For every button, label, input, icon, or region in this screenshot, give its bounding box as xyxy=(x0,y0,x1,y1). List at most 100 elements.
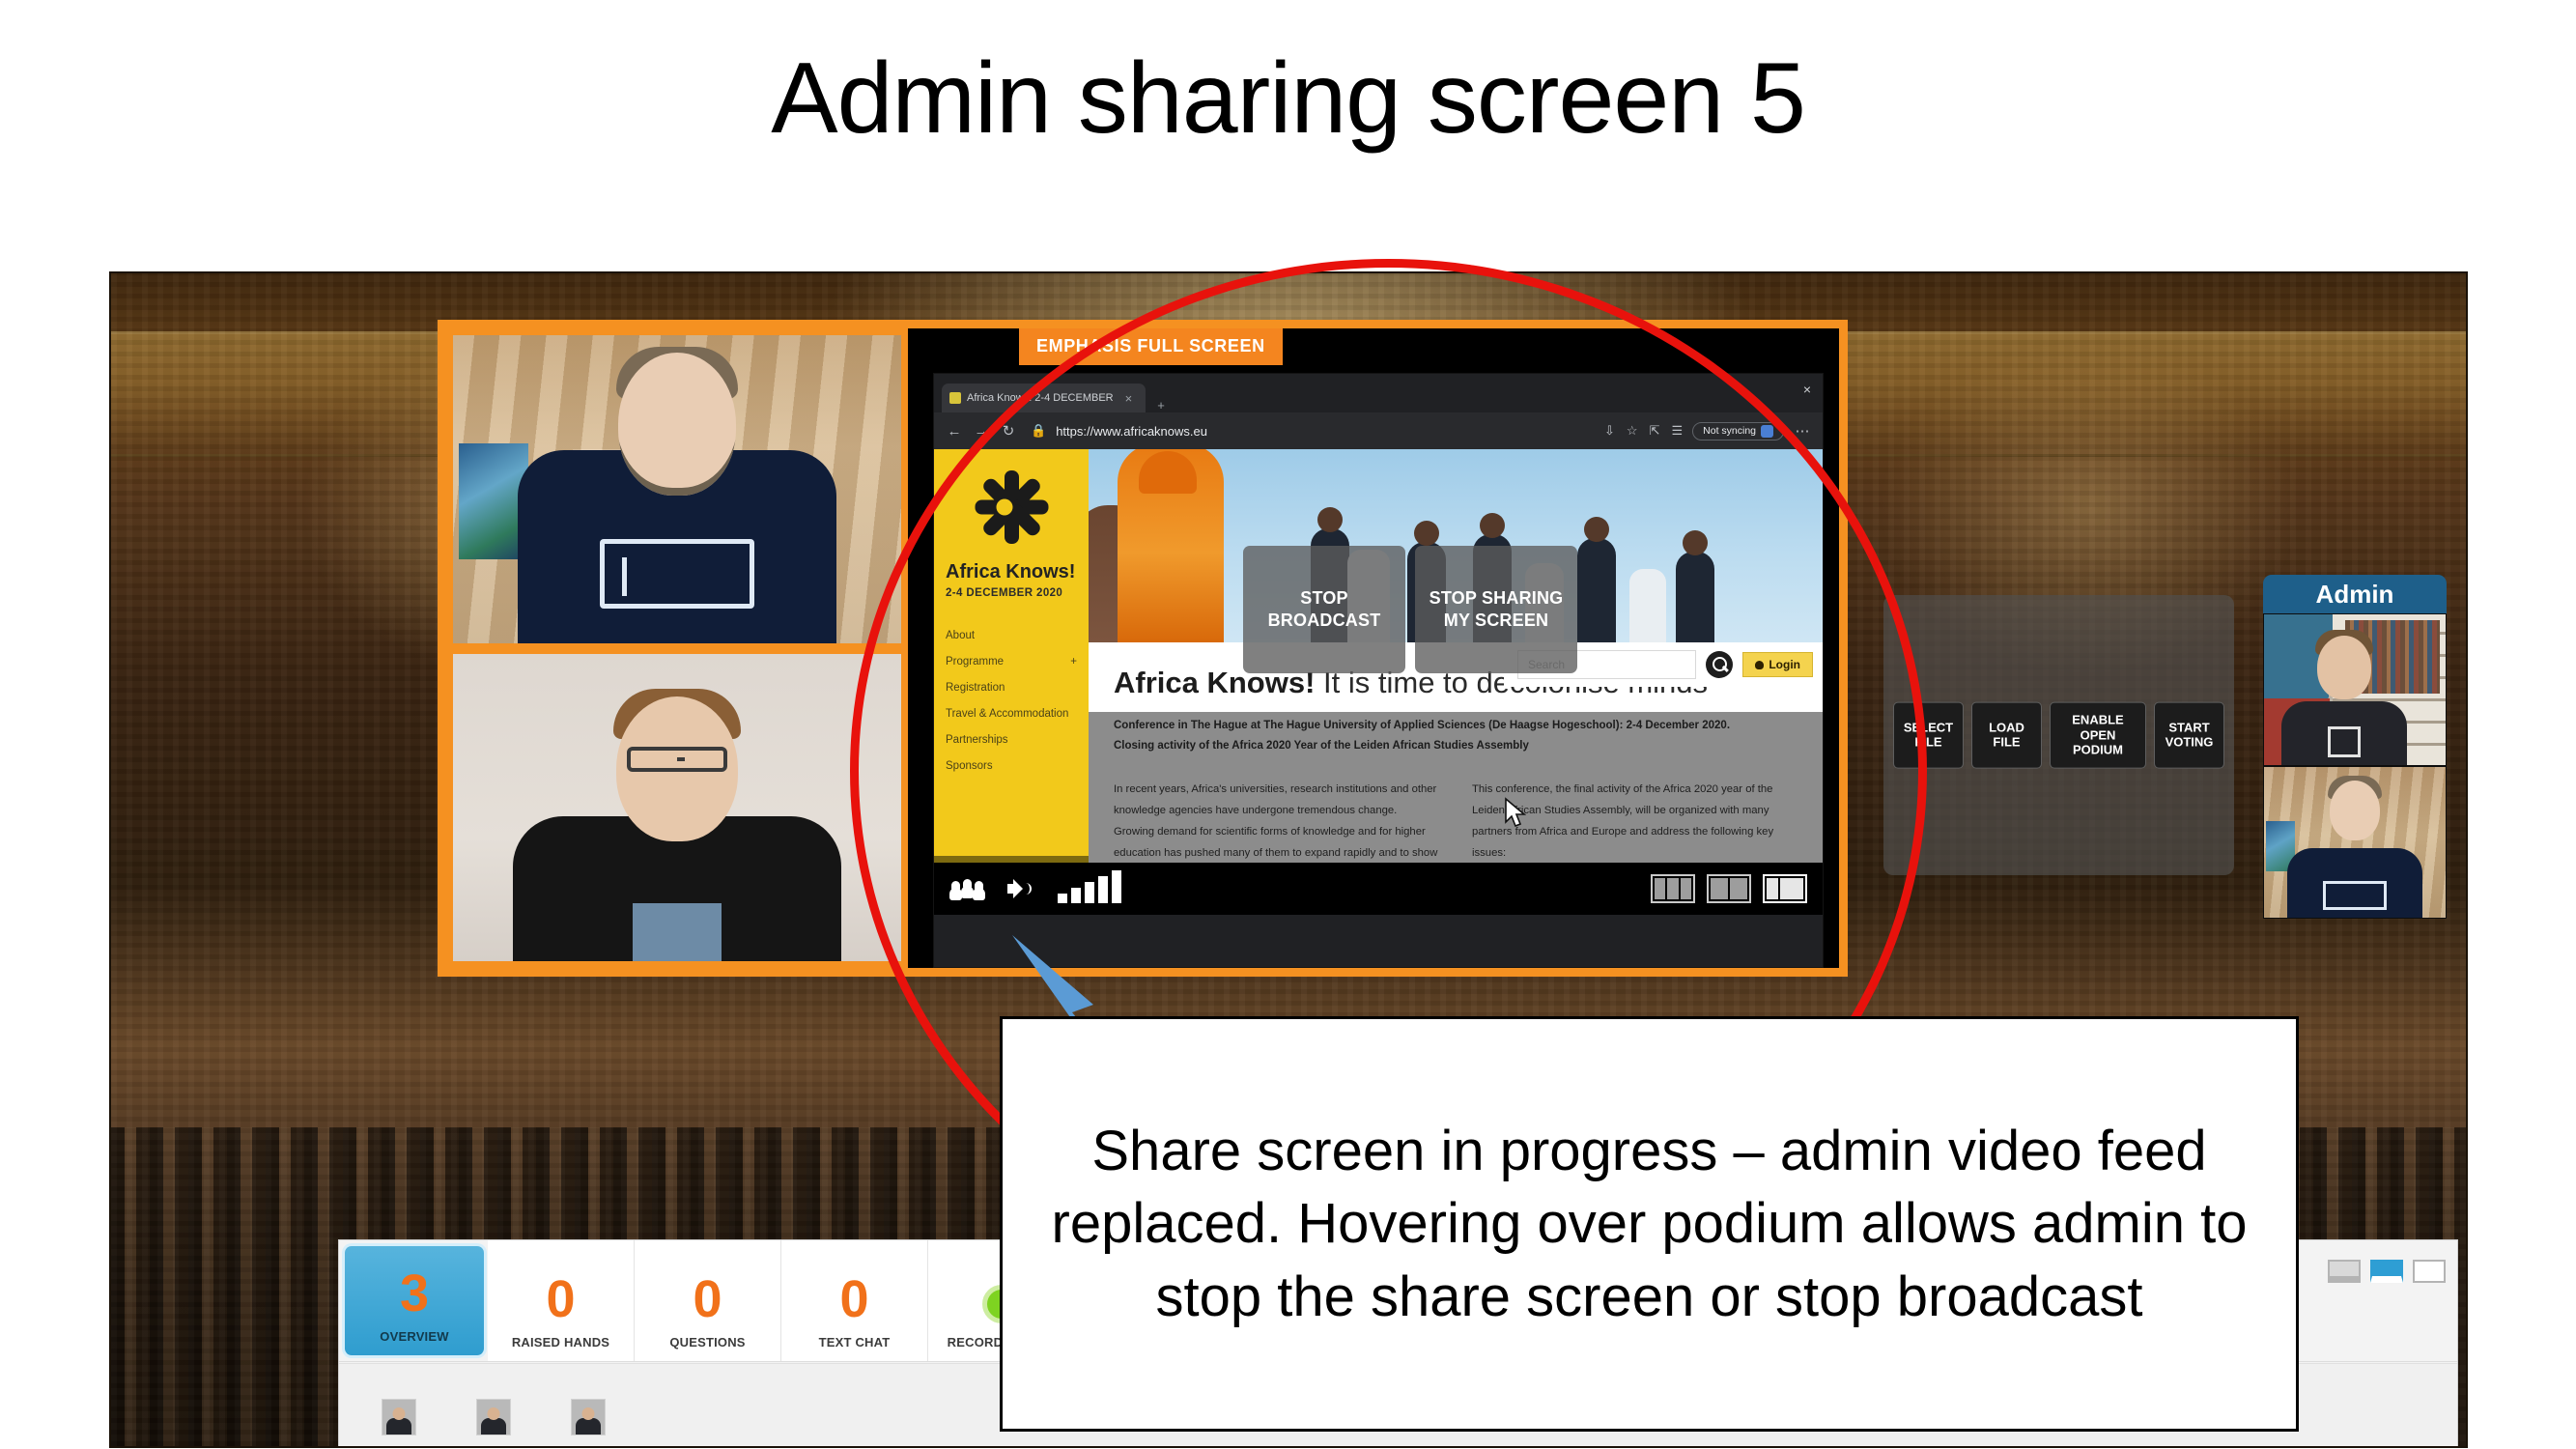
downloads-icon[interactable]: ⇩ xyxy=(1604,423,1615,439)
raised-hands-count: 0 xyxy=(546,1270,576,1328)
tab-questions[interactable]: 0 QUESTIONS xyxy=(635,1240,781,1361)
stop-broadcast-button[interactable]: STOP BROADCAST xyxy=(1243,546,1405,673)
browser-tab-strip: Africa Knows! 2-4 DECEMBER × + × xyxy=(934,374,1823,412)
nav-item-programme[interactable]: Programme + xyxy=(934,648,1089,674)
sync-label: Not syncing xyxy=(1703,425,1756,437)
login-label: Login xyxy=(1769,658,1800,671)
nav-label: Partnerships xyxy=(946,733,1008,746)
omnibox-icons: ⇩ ☆ ⇱ ☰ xyxy=(1604,423,1683,439)
stop-sharing-my-screen-button[interactable]: STOP SHARING MY SCREEN xyxy=(1415,546,1577,673)
load-file-button[interactable]: LOAD FILE xyxy=(1971,701,2042,769)
browser-tab-title: Africa Knows! 2-4 DECEMBER xyxy=(967,392,1114,404)
layout-two-column-button[interactable] xyxy=(1707,874,1751,903)
view-expanded-button[interactable] xyxy=(2413,1260,2446,1283)
text-chat-count: 0 xyxy=(839,1270,869,1328)
player-left-controls xyxy=(949,870,1121,903)
admin-control-panel: SELECT FILE LOAD FILE ENABLE OPEN PODIUM… xyxy=(1883,595,2234,875)
shared-screen-area: EMPHASIS FULL SCREEN Africa Knows! 2-4 D… xyxy=(908,328,1839,968)
admin-button-row: SELECT FILE LOAD FILE ENABLE OPEN PODIUM… xyxy=(1883,701,2234,769)
nav-item-registration[interactable]: Registration xyxy=(934,674,1089,700)
dashboard-view-buttons xyxy=(2328,1260,2446,1283)
favorite-icon[interactable]: ☆ xyxy=(1627,423,1638,439)
nav-label: Registration xyxy=(946,681,1005,694)
favorites-bar-icon[interactable]: ☰ xyxy=(1671,423,1683,439)
callout-text: Share screen in progress – admin video f… xyxy=(1051,1119,2248,1328)
admin-video-stack: Admin xyxy=(2263,575,2447,919)
sub-line-2: Closing activity of the Africa 2020 Year… xyxy=(1114,740,1529,753)
view-default-button[interactable] xyxy=(2370,1260,2403,1283)
nav-label: Sponsors xyxy=(946,759,993,772)
questions-count: 0 xyxy=(693,1270,722,1328)
browser-omnibox: ← → ↻ 🔒 https://www.africaknows.eu ⇩ ☆ ⇱… xyxy=(934,412,1823,449)
overview-count: 3 xyxy=(399,1264,430,1322)
nav-label: About xyxy=(946,629,976,641)
player-control-bar xyxy=(934,863,1823,915)
player-layout-controls xyxy=(1651,874,1807,903)
admin2-hoodie-logo xyxy=(2323,881,2387,910)
participant-feed-1[interactable] xyxy=(446,328,908,650)
select-file-button[interactable]: SELECT FILE xyxy=(1893,701,1964,769)
site-main: STOP BROADCAST STOP SHARING MY SCREEN Se… xyxy=(1089,449,1823,915)
nav-item-about[interactable]: About xyxy=(934,622,1089,648)
callout-box: Share screen in progress – admin video f… xyxy=(1000,1016,2299,1432)
address-bar-url[interactable]: https://www.africaknows.eu xyxy=(1056,424,1595,439)
close-window-icon[interactable]: × xyxy=(1803,382,1811,397)
questions-label: QUESTIONS xyxy=(669,1335,746,1350)
search-icon[interactable] xyxy=(1706,651,1734,678)
collections-icon[interactable]: ⇱ xyxy=(1650,423,1660,439)
sync-status-button[interactable]: Not syncing xyxy=(1692,421,1784,440)
view-compact-button[interactable] xyxy=(2328,1260,2361,1283)
tab-overview[interactable]: 3 OVERVIEW xyxy=(345,1246,484,1355)
feed1-head xyxy=(618,353,736,496)
speaker-icon[interactable] xyxy=(1007,879,1032,898)
forward-icon[interactable]: → xyxy=(973,423,990,440)
admin1-head xyxy=(2316,636,2371,699)
admin2-head xyxy=(2330,781,2380,840)
participant-thumbnail[interactable] xyxy=(382,1399,416,1435)
layout-sidebar-button[interactable] xyxy=(1763,874,1807,903)
nav-label: Travel & Accommodation xyxy=(946,707,1069,720)
hero-figure-robe xyxy=(1118,449,1224,642)
tab-raised-hands[interactable]: 0 RAISED HANDS xyxy=(488,1240,635,1361)
reload-icon[interactable]: ↻ xyxy=(1000,422,1017,440)
login-button[interactable]: Login xyxy=(1742,652,1813,677)
participant-feed-2[interactable] xyxy=(446,649,908,968)
podium-hover-controls: STOP BROADCAST STOP SHARING MY SCREEN xyxy=(1243,546,1577,673)
nav-item-travel[interactable]: Travel & Accommodation xyxy=(934,700,1089,726)
site-nav: About Programme + Registration Travel & … xyxy=(934,622,1089,779)
people-icon[interactable] xyxy=(949,877,986,900)
hero-person-6 xyxy=(1577,538,1616,642)
site-brand: Africa Knows! xyxy=(946,561,1076,582)
back-icon[interactable]: ← xyxy=(946,423,963,440)
admin-feed-1[interactable] xyxy=(2263,613,2447,766)
feed1-hoodie-logo xyxy=(600,538,754,609)
close-tab-icon[interactable]: × xyxy=(1119,391,1139,406)
nav-item-partnerships[interactable]: Partnerships xyxy=(934,726,1089,753)
hero-person-7 xyxy=(1629,569,1666,642)
site-dates: 2-4 DECEMBER 2020 xyxy=(946,587,1063,599)
tab-text-chat[interactable]: 0 TEXT CHAT xyxy=(781,1240,928,1361)
start-voting-button[interactable]: START VOTING xyxy=(2154,701,2224,769)
profile-avatar-icon xyxy=(1761,424,1773,438)
enable-open-podium-button[interactable]: ENABLE OPEN PODIUM xyxy=(2050,701,2146,769)
browser-menu-icon[interactable]: ⋯ xyxy=(1794,422,1811,440)
nav-label: Programme xyxy=(946,655,1005,668)
participant-thumbnail[interactable] xyxy=(476,1399,511,1435)
text-chat-label: TEXT CHAT xyxy=(818,1335,891,1350)
admin-feed-2[interactable] xyxy=(2263,766,2447,919)
participant-thumbnail[interactable] xyxy=(571,1399,606,1435)
nav-item-sponsors[interactable]: Sponsors xyxy=(934,753,1089,779)
feed2-shirt xyxy=(633,903,722,961)
browser-tab[interactable]: Africa Knows! 2-4 DECEMBER × xyxy=(942,384,1146,412)
sub-line-1: Conference in The Hague at The Hague Uni… xyxy=(1114,719,1731,731)
expand-icon: + xyxy=(1070,655,1077,668)
hero-person-8 xyxy=(1676,552,1714,642)
raised-hands-label: RAISED HANDS xyxy=(511,1335,610,1350)
layout-three-column-button[interactable] xyxy=(1651,874,1695,903)
new-tab-icon[interactable]: + xyxy=(1151,398,1171,412)
lock-icon: 🔒 xyxy=(1031,423,1047,438)
shared-browser-window: Africa Knows! 2-4 DECEMBER × + × ← → ↻ 🔒… xyxy=(933,373,1824,968)
emphasis-full-screen-badge[interactable]: EMPHASIS FULL SCREEN xyxy=(1019,328,1283,365)
page-title: Admin sharing screen 5 xyxy=(771,43,1806,155)
admin1-shirt-logo xyxy=(2327,726,2361,757)
